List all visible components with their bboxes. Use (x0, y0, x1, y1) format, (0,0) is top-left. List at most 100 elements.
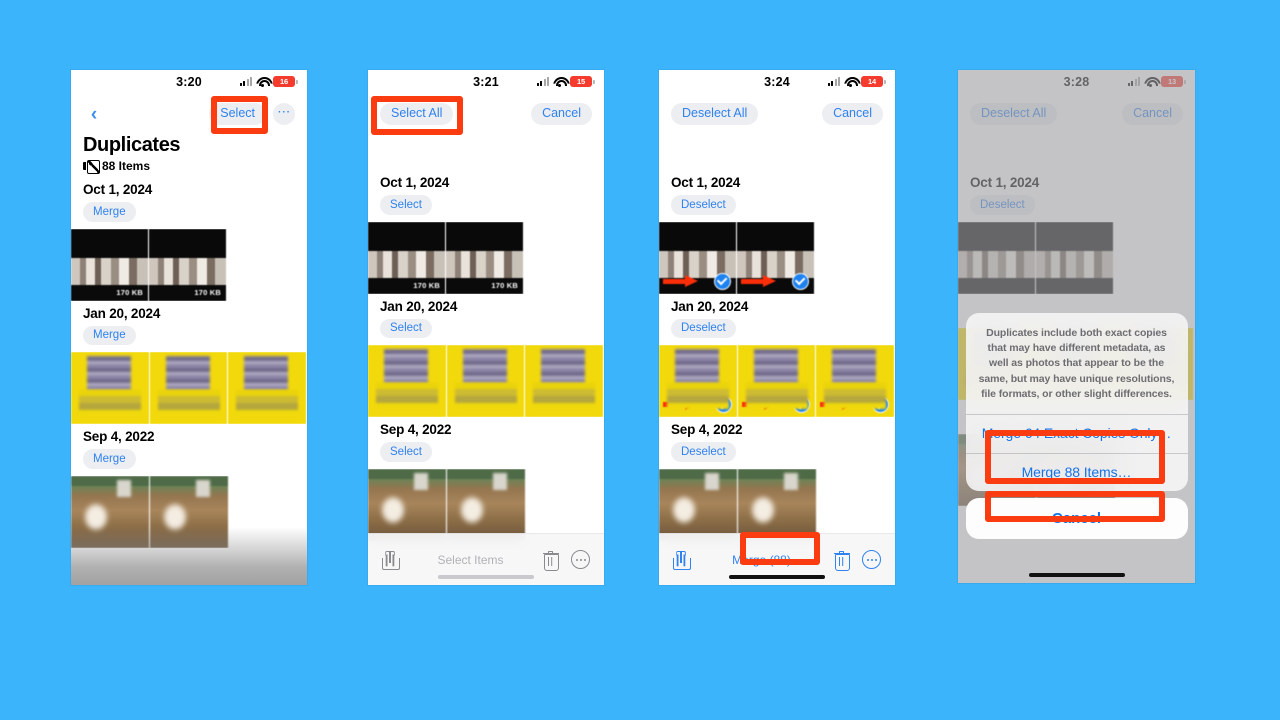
photo-thumbnail-selected[interactable] (737, 221, 815, 294)
group-merge-button[interactable]: Merge (83, 449, 136, 469)
cancel-button[interactable]: Cancel (822, 103, 883, 125)
group-header: Jan 20, 2024 Merge (71, 301, 307, 346)
group-select-button[interactable]: Select (380, 195, 432, 215)
photo-strip: 170 KB 170 KB (71, 228, 307, 301)
trash-icon[interactable] (542, 550, 559, 571)
group-header: Jan 20, 2024 Select (368, 294, 604, 339)
merge-exact-copies-button[interactable]: Merge 64 Exact Copies Only… (965, 414, 1188, 453)
status-bar: 3:24 14 (659, 70, 895, 96)
back-chevron-icon[interactable]: ‹ (83, 103, 105, 125)
photo-thumbnail[interactable] (150, 475, 229, 548)
photo-size-label: 170 KB (116, 287, 143, 297)
cellular-signal-icon (240, 77, 252, 86)
action-sheet-cancel-button[interactable]: Cancel (965, 498, 1188, 539)
photo-strip (71, 352, 307, 425)
photo-thumbnail-selected[interactable] (738, 468, 817, 541)
group-select-button[interactable]: Select (380, 318, 432, 339)
photo-thumbnail[interactable] (368, 468, 447, 541)
share-icon[interactable] (382, 550, 400, 570)
bottom-toolbar: Merge (88) (659, 533, 895, 585)
group-merge-button[interactable]: Merge (83, 202, 136, 222)
photo-size-label: 170 KB (491, 280, 518, 290)
photo-thumbnail-selected[interactable] (737, 345, 816, 418)
photo-strip (71, 475, 307, 548)
cellular-signal-icon (537, 77, 549, 86)
group-date: Jan 20, 2024 (83, 305, 161, 321)
photo-thumbnail[interactable] (71, 352, 150, 425)
status-indicators: 16 (240, 76, 298, 87)
select-button[interactable]: Select (209, 103, 266, 125)
phone-panel-browse: 3:20 16 ‹ Select ⋯ Duplicates 88 Items O… (71, 70, 307, 585)
group-date: Oct 1, 2024 (83, 182, 153, 197)
cancel-button[interactable]: Cancel (531, 103, 592, 125)
group-header: Jan 20, 2024 Deselect (659, 294, 895, 339)
toolbar-status-label: Select Items (437, 552, 504, 567)
annotation-arrow-icon (820, 398, 860, 411)
photo-strip: 170 KB 170 KB (368, 221, 604, 294)
group-date: Sep 4, 2022 (380, 422, 452, 438)
group-deselect-button[interactable]: Deselect (671, 442, 736, 462)
photo-thumbnail[interactable] (525, 345, 604, 418)
duplicates-list: Oct 1, 2024 Select 170 KB 170 KB Jan 20,… (368, 170, 604, 541)
phone-panel-all-selected: 3:24 14 Deselect All Cancel Oct 1, 2024 … (659, 70, 895, 585)
photo-thumbnail-selected[interactable] (659, 468, 738, 541)
status-indicators: 14 (828, 76, 886, 87)
battery-icon: 14 (861, 76, 886, 87)
phone-panel-select-mode: 3:21 15 Select All Cancel Oct 1, 2024 Se… (368, 70, 604, 585)
more-options-icon[interactable] (571, 550, 590, 569)
share-icon[interactable] (673, 550, 691, 570)
photo-strip (659, 221, 895, 294)
photo-thumbnail[interactable] (446, 345, 525, 418)
merge-button[interactable]: Merge (88) (689, 553, 834, 567)
home-indicator (1028, 573, 1125, 577)
photo-thumbnail[interactable]: 170 KB (446, 221, 524, 294)
more-options-icon[interactable]: ⋯ (273, 103, 295, 125)
photo-thumbnail[interactable]: 170 KB (368, 221, 446, 294)
photo-thumbnail[interactable] (368, 345, 447, 418)
photo-thumbnail[interactable] (149, 352, 228, 425)
trash-icon[interactable] (833, 550, 850, 571)
group-date: Oct 1, 2024 (671, 175, 741, 190)
page-title: Duplicates (83, 134, 181, 156)
photo-thumbnail-selected[interactable] (816, 345, 895, 418)
deselect-all-button[interactable]: Deselect All (671, 103, 759, 125)
group-header: Oct 1, 2024 Select (368, 170, 604, 215)
group-merge-button[interactable]: Merge (83, 325, 136, 346)
annotation-arrow-icon (741, 274, 781, 287)
select-all-button[interactable]: Select All (380, 103, 454, 125)
more-options-icon[interactable] (862, 550, 881, 569)
title-block: Duplicates 88 Items (71, 132, 307, 177)
photo-thumbnail-selected[interactable] (659, 221, 737, 294)
merge-action-sheet: Duplicates include both exact copies tha… (965, 312, 1188, 539)
photo-thumbnail[interactable] (228, 352, 307, 425)
nav-bar: Select All Cancel (368, 96, 604, 132)
selected-check-icon (714, 396, 732, 414)
selected-check-icon (793, 396, 810, 414)
item-count: 88 Items (83, 159, 295, 174)
wifi-icon (844, 77, 857, 87)
photo-stack-icon (83, 160, 100, 174)
phone-panel-merge-dialog: 3:28 13 Deselect All Cancel Oct 1, 2024 … (958, 70, 1195, 583)
photo-thumbnail[interactable] (71, 475, 150, 548)
photo-thumbnail[interactable] (447, 468, 526, 541)
photo-thumbnail[interactable]: 170 KB (149, 228, 227, 301)
merge-all-items-button[interactable]: Merge 88 Items… (965, 452, 1188, 492)
status-bar: 3:20 16 (71, 70, 307, 96)
home-indicator (729, 575, 825, 579)
group-deselect-button[interactable]: Deselect (671, 195, 736, 215)
selected-check-icon (871, 396, 889, 414)
selected-check-icon (792, 272, 809, 290)
group-select-button[interactable]: Select (380, 442, 432, 462)
cellular-signal-icon (828, 77, 840, 86)
group-deselect-button[interactable]: Deselect (671, 318, 736, 339)
photo-strip (659, 345, 895, 418)
photo-thumbnail-selected[interactable] (659, 345, 738, 418)
battery-icon: 16 (273, 76, 298, 87)
group-header: Sep 4, 2022 Select (368, 417, 604, 462)
wifi-icon (553, 77, 566, 87)
bottom-toolbar: Select Items (368, 533, 604, 585)
photo-thumbnail[interactable]: 170 KB (71, 228, 149, 301)
duplicates-list: Oct 1, 2024 Merge 170 KB 170 KB Jan 20, … (71, 177, 307, 548)
group-date: Sep 4, 2022 (671, 422, 743, 438)
group-header: Sep 4, 2022 Deselect (659, 417, 895, 462)
